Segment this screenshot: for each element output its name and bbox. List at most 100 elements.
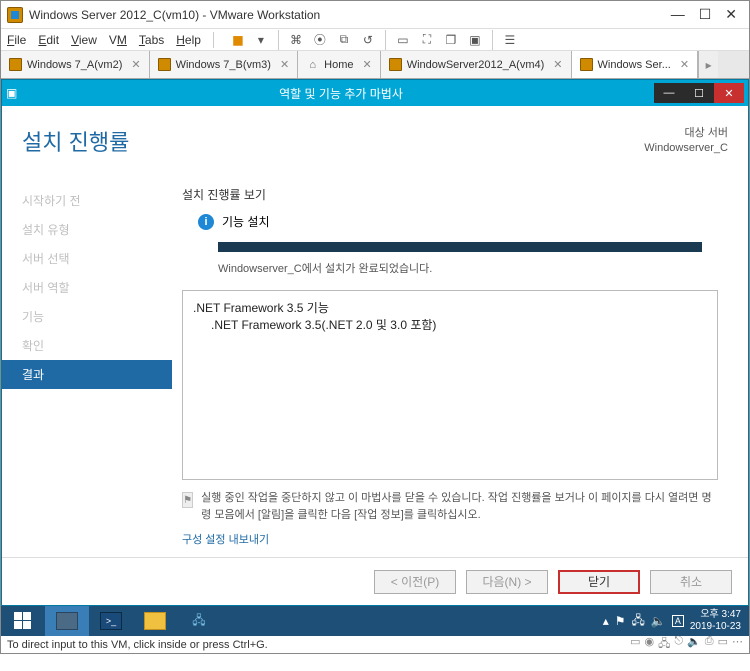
tab-scroll-right[interactable]: ▸ [698,51,718,78]
fit-guest-icon[interactable]: ▭ [392,29,414,51]
tab-label: Windows Ser... [598,59,671,71]
separator [278,30,279,50]
library-icon[interactable]: ☰ [499,29,521,51]
fullscreen-icon[interactable]: ⛶ [416,29,438,51]
printer-icon[interactable]: ⎙ [705,635,714,654]
step-server-roles: 서버 역할 [2,273,172,302]
target-label: 대상 서버 [644,126,728,141]
vm-icon [158,58,171,71]
pause-icon[interactable]: ▮▮ [226,29,248,51]
toolbar: ▮▮ ▾ ⌘ ⦿ ⧉ ↺ ▭ ⛶ ❐ ▣ ☰ [226,29,521,51]
feature-subitem: .NET Framework 3.5(.NET 2.0 및 3.0 포함) [211,316,707,333]
tab-vm-active[interactable]: Windows Ser... ✕ [572,51,699,78]
wizard-body: 설치 진행률 대상 서버 Windowserver_C 시작하기 전 설치 유형… [2,106,748,605]
wizard-buttons: < 이전(P) 다음(N) > 닫기 취소 [2,557,748,605]
previous-button: < 이전(P) [374,570,456,594]
server-manager-icon [56,612,78,630]
maximize-button[interactable]: ☐ [699,6,712,23]
step-results[interactable]: 결과 [2,360,172,389]
menu-tabs[interactable]: Tabs [139,33,164,47]
close-icon[interactable]: ✕ [363,58,372,71]
network-icon: 🖧 [188,612,210,630]
tray-chevron-icon[interactable]: ▴ [603,614,609,628]
wizard-icon: ▣ [6,85,22,101]
feature-install-label: 기능 설치 [222,213,270,230]
menu-help[interactable]: Help [176,33,201,47]
cancel-button: 취소 [650,570,732,594]
wizard-content: 설치 진행률 보기 i 기능 설치 Windowserver_C에서 설치가 완… [172,176,748,557]
tab-label: Windows 7_A(vm2) [27,59,122,71]
step-before-begin: 시작하기 전 [2,186,172,215]
wizard-title: 역할 및 기능 추가 마법사 [28,85,654,102]
snapshot-icon[interactable]: ⦿ [309,29,331,51]
wizard-window-controls: — ☐ ✕ [654,83,744,103]
start-button[interactable] [1,606,45,636]
hdd-icon[interactable]: ▭ [630,635,640,654]
tray-volume-icon[interactable]: 🔈 [651,614,666,628]
tray-flag-icon[interactable]: ⚑ [615,614,626,628]
close-wizard-button[interactable]: 닫기 [558,570,640,594]
send-cad-icon[interactable]: ⌘ [285,29,307,51]
section-label: 설치 진행률 보기 [182,186,718,203]
status-device-icons: ▭ ◉ 🖧 ⎋ 🔈 ⎙ ▭ ⋯ [630,635,743,654]
separator [492,30,493,50]
console-icon[interactable]: ▣ [464,29,486,51]
close-icon[interactable]: ✕ [553,58,562,71]
titlebar: Windows Server 2012_C(vm10) - VMware Wor… [1,1,749,29]
menu-edit[interactable]: Edit [38,33,59,47]
target-value: Windowserver_C [644,141,728,156]
close-icon[interactable]: ✕ [131,58,140,71]
display-icon[interactable]: ▭ [718,635,728,654]
tray-clock[interactable]: 오후 3:47 2019-10-23 [690,609,741,633]
tray-ime-icon[interactable]: A [672,615,684,627]
window-title: Windows Server 2012_C(vm10) - VMware Wor… [29,8,671,22]
step-install-type: 설치 유형 [2,215,172,244]
feature-item: .NET Framework 3.5 기능 [193,299,707,316]
more-icon[interactable]: ⋯ [732,635,743,654]
close-icon[interactable]: ✕ [280,58,289,71]
vm-icon [9,58,22,71]
revert-icon[interactable]: ↺ [357,29,379,51]
menu-vm[interactable]: VM [109,33,127,47]
cd-icon[interactable]: ◉ [645,635,655,654]
menu-view[interactable]: View [71,33,97,47]
system-tray: ▴ ⚑ 🖧 🔈 A 오후 3:47 2019-10-23 [595,609,749,633]
wizard-minimize-button[interactable]: — [654,83,684,103]
usb-icon[interactable]: ⎋ [674,635,683,654]
wizard-sidebar: 시작하기 전 설치 유형 서버 선택 서버 역할 기능 확인 결과 [2,176,172,557]
wizard-header: 설치 진행률 대상 서버 Windowserver_C [2,106,748,176]
info-icon: i [198,214,214,230]
tab-vm[interactable]: Windows 7_B(vm3) ✕ [150,51,299,78]
server-manager-taskbtn[interactable] [45,606,89,636]
explorer-taskbtn[interactable] [133,606,177,636]
powershell-taskbtn[interactable]: >_ [89,606,133,636]
close-icon[interactable]: ✕ [680,58,689,71]
note-row: ⚑ 실행 중인 작업을 중단하지 않고 이 마법사를 닫을 수 있습니다. 작업… [182,490,718,523]
sound-icon[interactable]: 🔈 [687,635,701,654]
vm-icon [580,58,593,71]
tab-vm[interactable]: Windows 7_A(vm2) ✕ [1,51,150,78]
export-config-link[interactable]: 구성 설정 내보내기 [182,531,718,547]
tab-home[interactable]: ⌂ Home ✕ [298,51,381,78]
info-row: i 기능 설치 [198,213,718,230]
folder-icon [144,612,166,630]
tray-network-icon[interactable]: 🖧 [631,611,644,632]
net-icon[interactable]: 🖧 [658,635,670,654]
feature-list: .NET Framework 3.5 기능 .NET Framework 3.5… [182,290,718,480]
wizard-maximize-button[interactable]: ☐ [684,83,714,103]
vmware-statusbar: To direct input to this VM, click inside… [1,636,749,653]
close-button[interactable]: ✕ [725,6,737,23]
dropdown-icon[interactable]: ▾ [250,29,272,51]
vm-area[interactable]: ▣ 역할 및 기능 추가 마법사 — ☐ ✕ 설치 진행률 대상 서버 Wind… [1,79,749,636]
snapshot-mgr-icon[interactable]: ⧉ [333,29,355,51]
unity-icon[interactable]: ❐ [440,29,462,51]
tab-vm[interactable]: WindowServer2012_A(vm4) ✕ [381,51,572,78]
minimize-button[interactable]: — [671,6,685,23]
next-button: 다음(N) > [466,570,548,594]
vmware-icon [7,7,23,23]
menu-file[interactable]: File [7,33,26,47]
tabbar: Windows 7_A(vm2) ✕ Windows 7_B(vm3) ✕ ⌂ … [1,51,749,79]
network-taskbtn[interactable]: 🖧 [177,606,221,636]
wizard-close-button[interactable]: ✕ [714,83,744,103]
wizard-window: ▣ 역할 및 기능 추가 마법사 — ☐ ✕ 설치 진행률 대상 서버 Wind… [1,79,749,606]
